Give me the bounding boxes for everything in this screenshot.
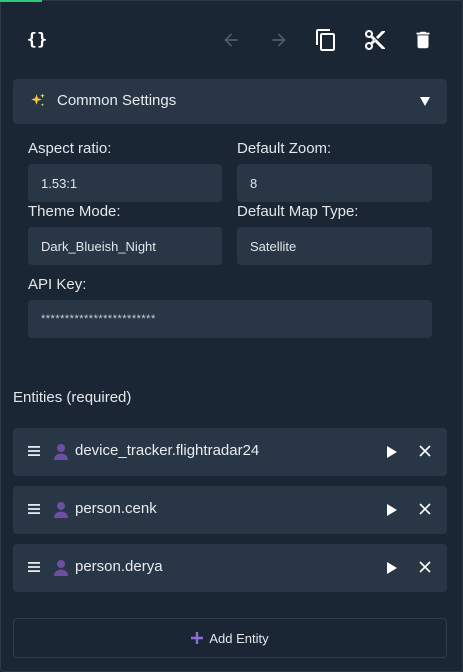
drag-handle-icon[interactable]	[27, 561, 41, 573]
cut-icon	[365, 30, 385, 50]
api-key-input[interactable]: ************************	[28, 300, 432, 338]
theme-mode-value: Dark_Blueish_Night	[41, 238, 156, 254]
undo-button[interactable]	[216, 22, 246, 58]
chevron-down-icon	[420, 97, 430, 106]
close-icon[interactable]	[418, 444, 432, 458]
entities-title: Entities (required)	[13, 389, 132, 406]
add-entity-label: Add Entity	[209, 630, 269, 646]
delete-button[interactable]	[408, 22, 438, 58]
theme-mode-label: Theme Mode:	[28, 203, 121, 220]
aspect-ratio-input[interactable]: 1.53:1	[28, 164, 222, 202]
default-map-type-select[interactable]: Satellite	[237, 227, 432, 265]
close-icon[interactable]	[418, 502, 432, 516]
entity-row: device_tracker.flightradar24	[13, 428, 447, 476]
common-settings-header[interactable]: Common Settings	[13, 79, 447, 124]
sparkles-icon	[31, 93, 45, 107]
plus-icon	[191, 632, 204, 644]
code-icon: {}	[26, 30, 48, 50]
play-icon[interactable]	[386, 561, 398, 575]
cut-button[interactable]	[360, 22, 390, 58]
default-zoom-label: Default Zoom:	[237, 140, 332, 157]
default-zoom-input[interactable]: 8	[237, 164, 432, 202]
aspect-ratio-value: 1.53:1	[41, 175, 78, 191]
add-entity-button[interactable]: Add Entity	[13, 618, 447, 658]
play-icon[interactable]	[386, 503, 398, 517]
aspect-ratio-label: Aspect ratio:	[28, 140, 112, 157]
drag-handle-icon[interactable]	[27, 445, 41, 457]
default-map-type-label: Default Map Type:	[237, 203, 359, 220]
code-editor-button[interactable]: {}	[22, 22, 52, 58]
toolbar: {}	[0, 22, 463, 58]
play-icon[interactable]	[386, 445, 398, 459]
api-key-value: ************************	[41, 313, 156, 325]
default-zoom-value: 8	[250, 175, 258, 191]
drag-handle-icon[interactable]	[27, 503, 41, 515]
undo-arrow-icon	[224, 33, 238, 47]
person-icon	[54, 560, 68, 576]
api-key-label: API Key:	[28, 276, 87, 293]
common-settings-title: Common Settings	[57, 92, 177, 109]
theme-mode-select[interactable]: Dark_Blueish_Night	[28, 227, 222, 265]
default-map-type-value: Satellite	[250, 238, 297, 254]
entity-row: person.derya	[13, 544, 447, 592]
close-icon[interactable]	[418, 560, 432, 574]
delete-icon	[416, 31, 430, 49]
entity-name: person.cenk	[75, 500, 157, 517]
redo-arrow-icon	[272, 33, 286, 47]
copy-button[interactable]	[311, 22, 341, 58]
person-icon	[54, 444, 68, 460]
person-icon	[54, 502, 68, 518]
entity-name: device_tracker.flightradar24	[75, 442, 260, 459]
active-indicator	[0, 0, 42, 2]
copy-icon	[316, 29, 335, 51]
entity-name: person.derya	[75, 558, 163, 575]
entity-row: person.cenk	[13, 486, 447, 534]
redo-button[interactable]	[264, 22, 294, 58]
